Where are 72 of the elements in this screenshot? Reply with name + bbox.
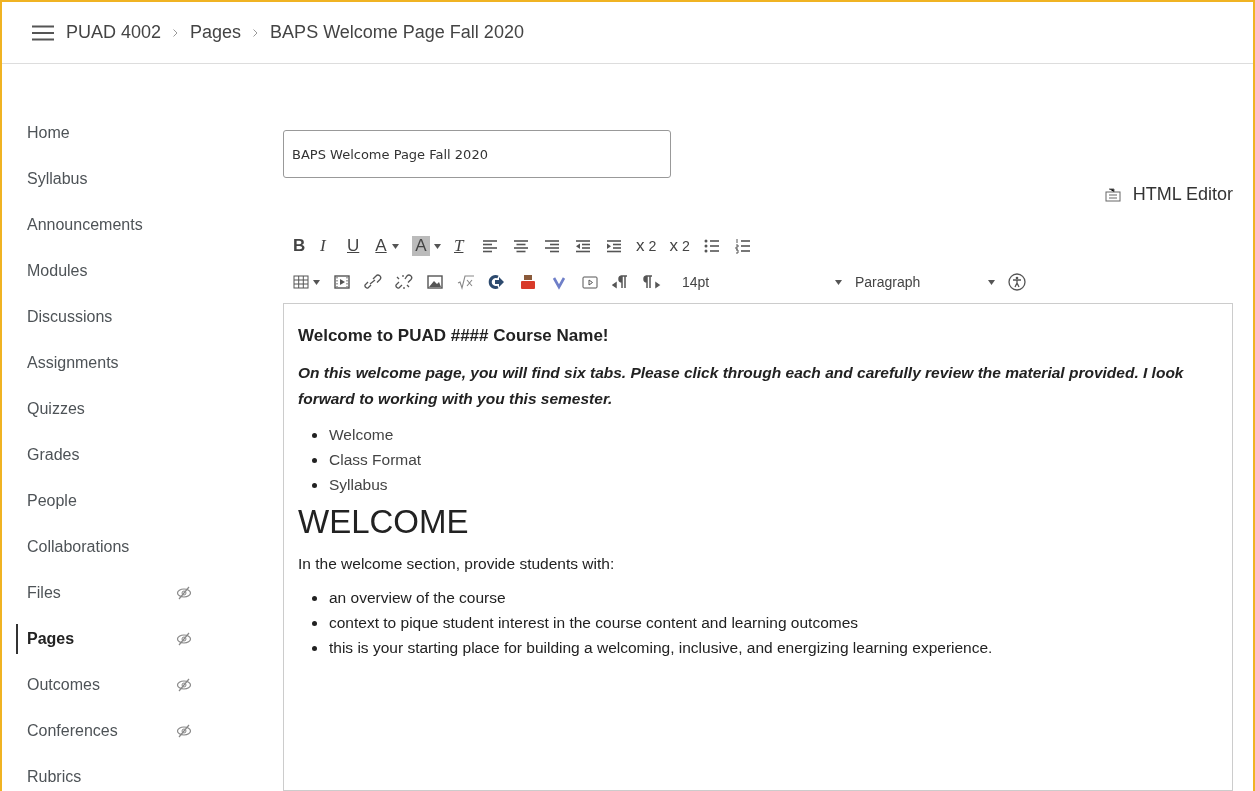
font-size-dropdown[interactable]: 14pt [674,274,842,290]
indent-icon[interactable] [605,238,623,254]
intro-text: On this welcome page, you will find six tabs. Please click through each and carefully review the material provided. I look forward to working with you this semester. [298,363,1185,409]
tab-link[interactable]: Welcome [329,426,394,443]
bullet-icon [312,433,317,439]
editor-area[interactable] [283,303,1233,791]
text-color-button[interactable]: A [374,236,399,256]
keyboard-icon [1104,187,1121,202]
chevron-icon [253,28,259,37]
play-box-icon[interactable] [581,274,599,290]
page-heading: Welcome to PUAD #### Course Name! [298,326,610,346]
title-field[interactable]: BAPS Welcome Page Fall 2020 [283,130,671,178]
bullet-list-icon[interactable] [702,238,721,254]
breadcrumb[interactable]: Pages [190,22,242,43]
sidebar-item[interactable]: Quizzes [16,394,176,424]
caret-icon [434,243,441,249]
square-root-icon[interactable] [457,274,475,290]
caret-icon [835,279,842,285]
html-editor-link[interactable]: HTML Editor [1104,184,1233,205]
arrow-circle-icon[interactable] [488,274,506,290]
underline-button[interactable]: U [347,236,361,256]
unlink-icon[interactable] [395,274,413,290]
sidebar-item[interactable]: Rubrics [16,762,176,791]
caret-icon [988,279,995,285]
section-heading: WELCOME [298,503,470,541]
block-format-dropdown[interactable]: Paragraph [855,274,995,290]
table-dropdown[interactable] [293,274,320,290]
accessibility-icon[interactable] [1008,273,1026,291]
clear-formatting-button[interactable]: T [454,236,468,256]
caret-icon [392,243,399,249]
section-intro: In the welcome section, provide students with: [298,555,616,573]
bullet-icon [312,458,317,464]
outdent-icon[interactable] [574,238,592,254]
numbered-list-icon[interactable] [733,238,752,254]
sidebar-item[interactable]: Syllabus [16,164,176,194]
bold-button[interactable]: B [293,236,307,256]
bullet-icon [312,621,317,627]
align-left-icon[interactable] [481,238,499,254]
sidebar-item[interactable]: Pages [16,624,176,654]
sidebar-item[interactable]: People [16,486,176,516]
bullet-icon [312,596,317,602]
sidebar-item[interactable]: Conferences [16,716,176,746]
chevron-icon [173,28,179,37]
link-icon[interactable] [364,274,382,290]
sidebar-item[interactable]: Home [16,118,176,148]
bullet-icon [312,483,317,489]
media-icon[interactable] [333,274,351,290]
sidebar-item[interactable]: Announcements [16,210,176,240]
bullet-icon [312,646,317,652]
bullet-text: this is your starting place for building a welcoming, inclusive, and energizing learning experience. [329,639,993,656]
bullet-text: context to pique student interest in the course content and learning outcomes [329,614,859,631]
breadcrumb: BAPS Welcome Page Fall 2020 [270,22,524,43]
breadcrumb[interactable]: PUAD 4002 [66,22,162,43]
sidebar-item[interactable]: Files [16,578,176,608]
sidebar-item[interactable]: Outcomes [16,670,176,700]
tab-link[interactable]: Syllabus [329,476,388,493]
align-right-icon[interactable] [543,238,561,254]
bullet-text: an overview of the course [329,589,506,606]
image-icon[interactable] [426,274,444,290]
paragraph-rtl-icon[interactable] [643,274,661,290]
sidebar-item[interactable]: Discussions [16,302,176,332]
sidebar-item[interactable]: Assignments [16,348,176,378]
italic-button[interactable]: I [320,236,334,256]
video-app-icon[interactable] [519,274,537,290]
sidebar-item[interactable]: Modules [16,256,176,286]
sidebar-item[interactable]: Grades [16,440,176,470]
menu-icon[interactable] [32,24,54,41]
caret-icon [313,279,320,285]
tab-link[interactable]: Class Format [329,451,422,468]
sidebar-item[interactable]: Collaborations [16,532,176,562]
align-center-icon[interactable] [512,238,530,254]
paragraph-ltr-icon[interactable] [612,274,630,290]
